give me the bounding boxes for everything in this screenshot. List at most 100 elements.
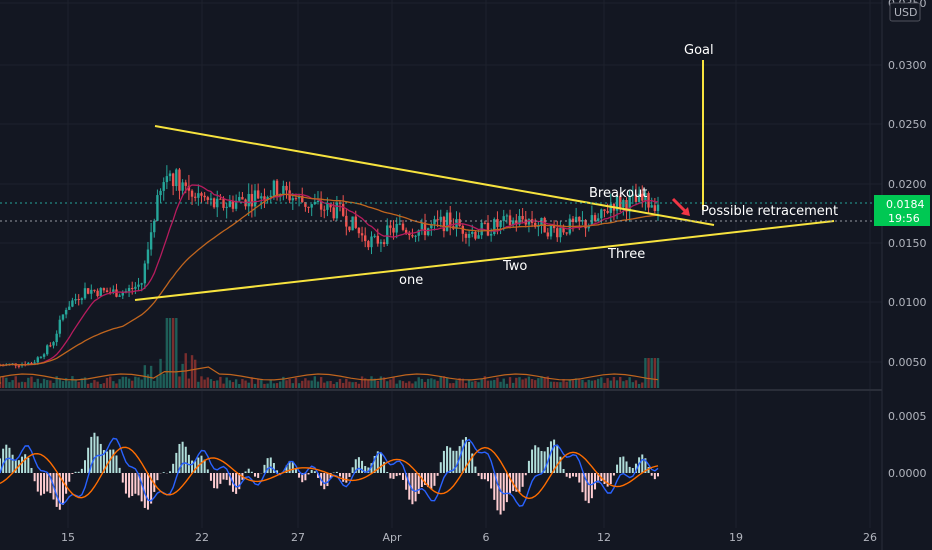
candle-body <box>36 357 39 363</box>
volume-bar <box>200 376 203 388</box>
time-tick-label: 19 <box>729 531 743 544</box>
candle-body <box>127 288 131 292</box>
macd-histogram-bar <box>298 473 301 478</box>
candle-body <box>559 228 562 238</box>
candle-body <box>121 292 124 296</box>
macd-histogram-bar <box>87 447 90 473</box>
macd-histogram-bar <box>131 473 134 497</box>
volume-bar <box>439 376 442 388</box>
candle-body <box>118 295 121 297</box>
candle-body <box>80 298 84 300</box>
volume-bar <box>486 380 490 388</box>
macd-histogram-bar <box>401 473 404 480</box>
volume-bar <box>115 383 118 388</box>
macd-histogram-bar <box>77 471 80 473</box>
candle-body <box>392 227 395 233</box>
volume-bar <box>584 382 587 388</box>
macd-histogram-bar <box>442 450 445 473</box>
candle-body <box>282 185 285 195</box>
macd-histogram-bar <box>657 473 659 477</box>
candle-body <box>291 198 294 201</box>
candle-body <box>508 215 512 226</box>
candle-body <box>556 228 559 238</box>
volume-bar <box>609 380 612 388</box>
price-tick-label: 0.0050 <box>888 356 927 369</box>
macd-histogram-bar <box>68 473 71 482</box>
candle-body <box>294 198 298 200</box>
macd-histogram-bar <box>27 457 30 473</box>
macd-histogram-bar <box>474 466 477 473</box>
candle-body <box>143 263 147 284</box>
candle-body <box>360 233 364 236</box>
macd-histogram-bar <box>386 471 389 473</box>
macd-histogram-bar <box>527 460 530 473</box>
volume-bar <box>502 378 505 388</box>
candle-body <box>549 225 553 237</box>
price-chart[interactable]: 0.03500.03000.02500.02000.01500.01000.00… <box>0 0 932 550</box>
macd-histogram-bar <box>650 473 653 476</box>
volume-bar <box>222 383 225 388</box>
candle-body <box>83 288 87 299</box>
macd-histogram-bar <box>348 473 351 477</box>
candle-body <box>64 309 68 315</box>
candle-body <box>439 216 442 221</box>
macd-histogram-bar <box>36 473 39 492</box>
countdown-value: 19:56 <box>888 212 920 225</box>
candle-body <box>379 242 383 244</box>
candle-body <box>348 226 351 231</box>
candle-body <box>115 289 118 297</box>
volume-bar <box>650 358 653 388</box>
volume-bar <box>578 378 581 388</box>
volume-bar <box>96 381 99 388</box>
macd-histogram-bar <box>534 445 537 473</box>
candle-body <box>316 200 320 203</box>
volume-bar <box>404 382 408 388</box>
price-tick-label: 0.0150 <box>888 237 927 250</box>
volume-bar <box>231 382 235 388</box>
candle-body <box>458 219 461 226</box>
volume-bar <box>127 378 131 388</box>
candle-body <box>140 283 143 285</box>
volume-bar <box>310 380 313 388</box>
volume-bar <box>379 376 383 388</box>
volume-bar <box>209 379 213 388</box>
macd-histogram-bar <box>46 473 49 492</box>
volume-bar <box>571 380 575 388</box>
volume-bar <box>420 378 424 388</box>
volume-bar <box>216 380 219 388</box>
volume-bar <box>5 377 8 388</box>
candle-body <box>565 232 568 234</box>
macd-histogram-bar <box>505 473 508 503</box>
volume-bar <box>52 382 55 388</box>
candle-body <box>156 195 159 221</box>
candle-body <box>486 222 490 236</box>
volume-bar <box>376 380 379 388</box>
volume-bar <box>496 377 499 388</box>
volume-bar <box>515 377 518 388</box>
volume-bar <box>527 376 531 388</box>
candle-body <box>502 216 505 222</box>
candle-body <box>622 200 625 208</box>
volume-bar <box>449 383 452 388</box>
candle-body <box>389 225 392 228</box>
candle-body <box>603 209 606 211</box>
macd-histogram-bar <box>398 473 401 476</box>
volume-bar <box>175 318 178 388</box>
candle-body <box>326 203 329 210</box>
volume-bar <box>30 376 33 388</box>
volume-bar <box>499 381 502 388</box>
macd-histogram-bar <box>339 473 342 477</box>
macd-histogram-bar <box>455 450 458 473</box>
macd-histogram-bar <box>540 451 543 473</box>
macd-histogram-bar <box>556 445 559 473</box>
macd-histogram-bar <box>395 473 398 477</box>
volume-bar <box>332 383 335 388</box>
volume-bar <box>291 383 294 388</box>
candle-body <box>364 235 367 242</box>
volume-bar <box>360 376 364 388</box>
candle-body <box>401 223 405 230</box>
candle-body <box>370 236 373 248</box>
candle-body <box>467 233 471 238</box>
macd-histogram-bar <box>622 456 625 473</box>
candle-body <box>442 216 446 232</box>
